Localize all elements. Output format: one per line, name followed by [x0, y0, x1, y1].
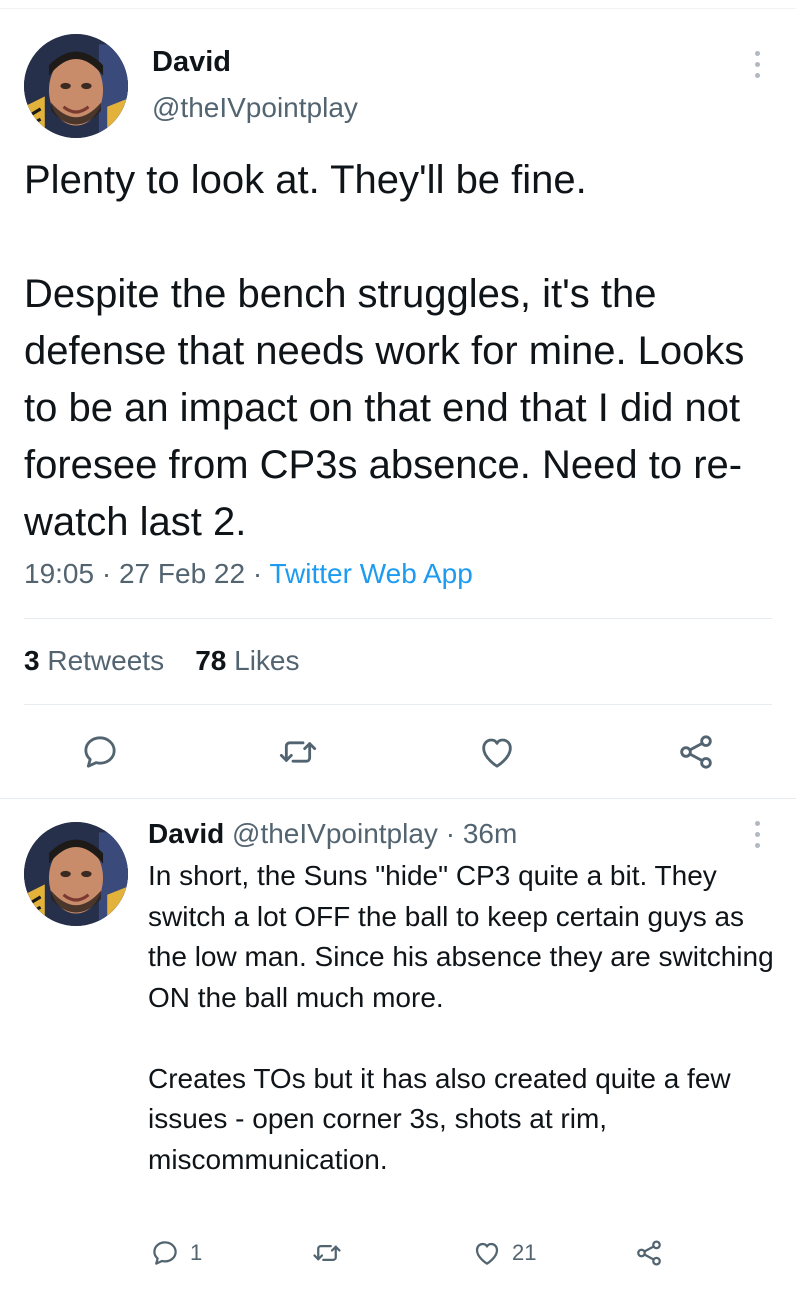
tweet-time[interactable]: 19:05: [24, 558, 94, 589]
more-vertical-icon[interactable]: [745, 814, 769, 854]
divider: [24, 618, 772, 619]
reply-header: David @theIVpointplay · 36m: [148, 818, 517, 850]
reply-author-name[interactable]: David: [148, 818, 224, 849]
reply-separator: ·: [445, 818, 456, 849]
more-dot: [754, 50, 760, 56]
meta-separator: ·: [101, 558, 112, 589]
more-dot: [754, 842, 760, 848]
thread-separator: [0, 798, 796, 799]
meta-separator: ·: [252, 558, 263, 589]
retweets-stat[interactable]: 3 Retweets: [24, 645, 164, 676]
share-icon: [680, 735, 712, 769]
reply-count: 1: [190, 1240, 203, 1265]
source-app-link[interactable]: Twitter Web App: [269, 558, 472, 589]
like-label: Likes: [234, 645, 300, 676]
divider: [24, 704, 772, 705]
retweet-button[interactable]: [274, 728, 322, 776]
reply-bubble-icon: [153, 1241, 177, 1265]
heart-icon: [475, 1242, 499, 1265]
author-avatar[interactable]: [24, 34, 128, 138]
retweet-icon: [279, 741, 317, 763]
reply-timestamp[interactable]: 36m: [463, 818, 517, 849]
reply-share-button[interactable]: [634, 1238, 664, 1268]
likes-stat[interactable]: 78 Likes: [195, 645, 299, 676]
reply-like-button[interactable]: 21: [472, 1238, 536, 1268]
author-name[interactable]: David: [152, 46, 231, 79]
like-button[interactable]: [473, 728, 521, 776]
like-count: 78: [195, 645, 227, 676]
author-handle[interactable]: @theIVpointplay: [152, 92, 358, 124]
reply-author-avatar[interactable]: [24, 822, 128, 926]
reply-bubble-icon: [84, 736, 116, 768]
top-divider: [0, 8, 796, 9]
tweet-text: Plenty to look at. They'll be fine. Desp…: [24, 158, 745, 544]
tweet-meta: 19:05 · 27 Feb 22 · Twitter Web App: [24, 558, 473, 590]
retweet-count: 3: [24, 645, 40, 676]
retweet-label: Retweets: [47, 645, 165, 676]
heart-icon: [482, 738, 512, 768]
reply-like-count: 21: [512, 1240, 537, 1265]
tweet-date[interactable]: 27 Feb 22: [119, 558, 245, 589]
more-dot: [754, 831, 760, 837]
avatar-photo: [24, 34, 128, 138]
reply-button[interactable]: [76, 728, 124, 776]
share-button[interactable]: [672, 728, 720, 776]
more-dot: [754, 61, 760, 67]
reply-reply-button[interactable]: 1: [150, 1238, 202, 1268]
more-vertical-icon[interactable]: [745, 44, 769, 84]
retweet-icon: [313, 1245, 341, 1261]
reply-text: In short, the Suns "hide" CP3 quite a bi…: [148, 860, 774, 1175]
more-dot: [754, 72, 760, 78]
avatar-photo: [24, 822, 128, 926]
reply-author-handle[interactable]: @theIVpointplay: [232, 818, 438, 849]
more-dot: [754, 820, 760, 826]
engagement-stats: 3 Retweets 78 Likes: [24, 645, 300, 677]
reply-retweet-button[interactable]: [312, 1238, 342, 1268]
share-icon: [637, 1240, 661, 1266]
